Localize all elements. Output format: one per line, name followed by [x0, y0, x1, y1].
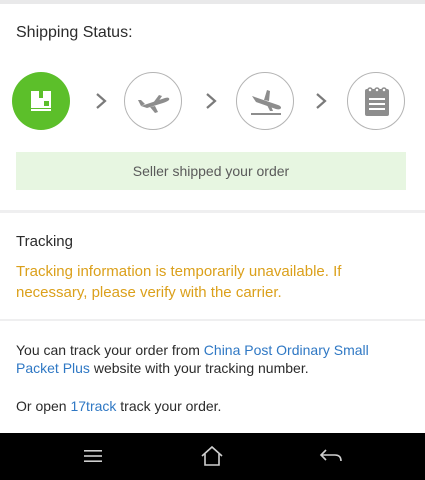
carrier-info-prefix: You can track your order from [16, 342, 204, 358]
status-banner: Seller shipped your order [16, 152, 406, 190]
calendar-icon [365, 87, 389, 116]
menu-icon [84, 450, 102, 462]
tracking-card: Tracking Tracking information is tempora… [0, 213, 425, 319]
home-icon [201, 445, 223, 466]
step-in-transit [124, 72, 182, 130]
tracking-warning: Tracking information is temporarily unav… [16, 263, 342, 301]
app-info-text: Or open 17track track your order. [16, 398, 221, 414]
app-info-prefix: Or open [16, 398, 71, 414]
app-info-suffix: track your order. [116, 398, 222, 414]
chevron-right-icon [94, 91, 108, 111]
chevron-right-icon [314, 91, 328, 111]
back-button[interactable] [318, 444, 344, 468]
system-navigation-bar [0, 433, 425, 480]
shipping-status-title: Shipping Status: [16, 24, 133, 41]
step-shipped [12, 72, 70, 130]
step-delivered [347, 72, 405, 130]
carrier-info-suffix: website with your tracking number. [89, 360, 309, 376]
home-button[interactable] [199, 444, 225, 468]
tracking-info-card: You can track your order from China Post… [0, 321, 425, 433]
plane-landing-icon [251, 90, 282, 115]
step-arrived [236, 72, 294, 130]
tracking-heading: Tracking [16, 233, 73, 250]
carrier-info-text: You can track your order from China Post… [16, 341, 408, 377]
shipping-status-card: Shipping Status: Seller shipped your ord… [0, 4, 425, 210]
plane-takeoff-icon [138, 95, 170, 113]
package-box-icon [31, 91, 51, 111]
shipping-steps [12, 72, 405, 130]
back-icon [319, 449, 342, 462]
17track-link[interactable]: 17track [70, 398, 116, 414]
chevron-right-icon [204, 91, 218, 111]
menu-button[interactable] [80, 444, 106, 468]
